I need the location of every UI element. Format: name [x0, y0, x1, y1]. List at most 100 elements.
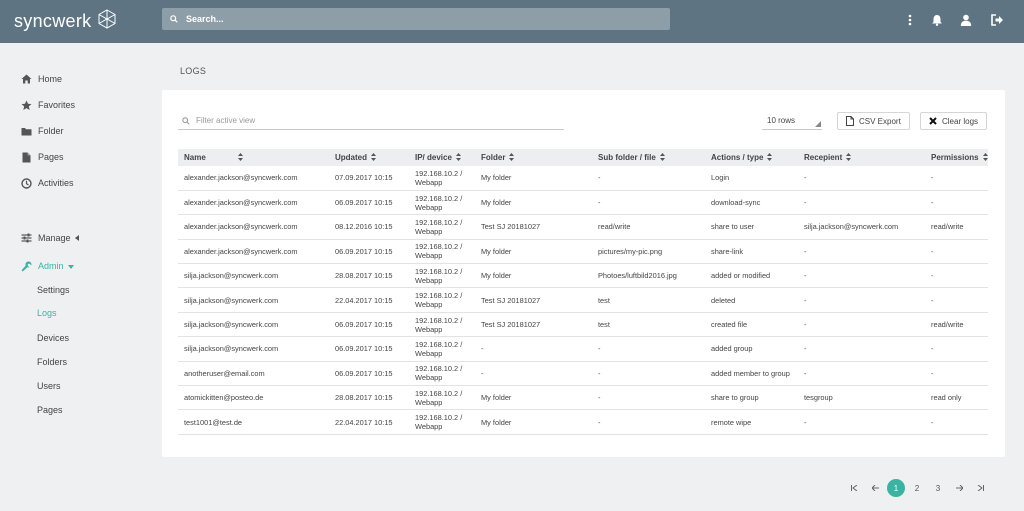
sidebar-item-label: Manage	[38, 233, 71, 243]
filter-input[interactable]	[196, 116, 546, 125]
cell-ip-device: 192.168.10.2 / Webapp	[409, 263, 475, 289]
cell-permissions: -	[925, 409, 988, 435]
filter-box[interactable]	[178, 112, 564, 130]
table-row[interactable]: alexander.jackson@syncwerk.com 08.12.2016…	[178, 214, 988, 240]
more-vertical-icon[interactable]	[903, 12, 917, 28]
table-row[interactable]: anotheruser@email.com 06.09.2017 10:15 192…	[178, 361, 988, 387]
first-page-icon[interactable]	[845, 479, 863, 497]
cell-name: silja.jackson@syncwerk.com	[178, 287, 329, 313]
column-header-folder[interactable]: Folder	[475, 149, 592, 166]
cell-updated: 06.09.2017 10:15	[329, 312, 409, 338]
last-page-icon[interactable]	[971, 479, 989, 497]
cell-folder: -	[475, 361, 592, 387]
app-logo[interactable]: syncwerk	[14, 9, 117, 34]
folder-icon	[20, 125, 32, 137]
column-header-name[interactable]: Name	[178, 149, 329, 166]
table-row[interactable]: silja.jackson@syncwerk.com 28.08.2017 10:…	[178, 263, 988, 289]
clear-logs-label: Clear logs	[942, 116, 979, 126]
csv-export-label: CSV Export	[859, 116, 901, 126]
bell-icon[interactable]	[930, 12, 944, 28]
cell-recepient: -	[798, 263, 925, 289]
cell-action: created file	[705, 312, 798, 338]
column-header-recepient[interactable]: Recepient	[798, 149, 925, 166]
sidebar: Home Favorites Folder Pages Activities M…	[0, 43, 150, 511]
cell-recepient: silja.jackson@syncwerk.com	[798, 214, 925, 240]
sidebar-item-logs[interactable]: Logs	[37, 308, 57, 318]
cube-logo-icon	[97, 9, 117, 34]
cell-updated: 06.09.2017 10:15	[329, 190, 409, 216]
search-icon	[182, 116, 190, 125]
cell-recepient: -	[798, 336, 925, 362]
table-header-row: Name Updated IP/ device Folder Sub folde…	[178, 149, 988, 166]
column-header-permissions[interactable]: Permissions	[925, 149, 988, 166]
sidebar-item-label: Activities	[38, 178, 74, 188]
cell-action: remote wipe	[705, 409, 798, 435]
table-row[interactable]: silja.jackson@syncwerk.com 06.09.2017 10:…	[178, 312, 988, 338]
search-bar[interactable]	[162, 8, 670, 30]
page-button-1[interactable]: 1	[887, 479, 905, 497]
table-row[interactable]: alexander.jackson@syncwerk.com 06.09.2017…	[178, 190, 988, 216]
pagination: 1 2 3	[845, 479, 992, 497]
sidebar-item-label: Folder	[38, 126, 64, 136]
cell-ip-device: 192.168.10.2 / Webapp	[409, 214, 475, 240]
sidebar-item-activities[interactable]: Activities	[20, 177, 74, 189]
sidebar-item-devices[interactable]: Devices	[37, 333, 69, 343]
csv-export-button[interactable]: CSV Export	[837, 112, 910, 130]
cell-updated: 06.09.2017 10:15	[329, 239, 409, 265]
cell-ip-device: 192.168.10.2 / Webapp	[409, 312, 475, 338]
cell-updated: 06.09.2017 10:15	[329, 336, 409, 362]
cell-sub-folder: pictures/my-pic.png	[592, 239, 705, 265]
cell-name: silja.jackson@syncwerk.com	[178, 336, 329, 362]
logs-table: Name Updated IP/ device Folder Sub folde…	[178, 149, 988, 435]
file-icon	[20, 151, 32, 163]
cell-updated: 28.08.2017 10:15	[329, 263, 409, 289]
cell-recepient: -	[798, 287, 925, 313]
cell-action: deleted	[705, 287, 798, 313]
sidebar-item-users[interactable]: Users	[37, 381, 61, 391]
sidebar-item-manage[interactable]: Manage	[20, 232, 79, 244]
column-header-actions[interactable]: Actions / type	[705, 149, 798, 166]
sidebar-item-favorites[interactable]: Favorites	[20, 99, 75, 111]
sidebar-item-admin[interactable]: Admin	[20, 260, 74, 272]
cell-recepient: -	[798, 409, 925, 435]
cell-permissions: read/write	[925, 214, 988, 240]
sign-out-icon[interactable]	[990, 12, 1004, 28]
sidebar-item-pages[interactable]: Pages	[20, 151, 64, 163]
table-row[interactable]: alexander.jackson@syncwerk.com 06.09.2017…	[178, 239, 988, 265]
csv-file-icon	[846, 116, 854, 126]
prev-page-icon[interactable]	[866, 479, 884, 497]
rows-per-page-select[interactable]: 10 rows	[762, 112, 822, 130]
sort-icon	[982, 152, 988, 163]
search-input[interactable]	[186, 14, 646, 24]
table-row[interactable]: atomickitten@posteo.de 28.08.2017 10:15 19…	[178, 385, 988, 411]
sidebar-item-folders[interactable]: Folders	[37, 357, 67, 367]
table-row[interactable]: silja.jackson@syncwerk.com 22.04.2017 10:…	[178, 287, 988, 313]
table-row[interactable]: silja.jackson@syncwerk.com 06.09.2017 10:…	[178, 336, 988, 362]
cell-updated: 06.09.2017 10:15	[329, 361, 409, 387]
user-icon[interactable]	[959, 12, 973, 28]
cell-folder: Test SJ 20181027	[475, 312, 592, 338]
column-header-ip-device[interactable]: IP/ device	[409, 149, 475, 166]
page-button-3[interactable]: 3	[929, 479, 947, 497]
cell-name: anotheruser@email.com	[178, 361, 329, 387]
cell-permissions: -	[925, 361, 988, 387]
search-icon	[170, 15, 178, 23]
cell-ip-device: 192.168.10.2 / Webapp	[409, 287, 475, 313]
column-header-sub-folder[interactable]: Sub folder / file	[592, 149, 705, 166]
logs-card: 10 rows CSV Export Clear logs Name Updat…	[162, 90, 1005, 457]
sidebar-item-home[interactable]: Home	[20, 73, 62, 85]
sidebar-item-pages-admin[interactable]: Pages	[37, 405, 63, 415]
cell-folder: My folder	[475, 166, 592, 191]
cell-folder: Test SJ 20181027	[475, 214, 592, 240]
cell-folder: -	[475, 336, 592, 362]
next-page-icon[interactable]	[950, 479, 968, 497]
table-row[interactable]: test1001@test.de 22.04.2017 10:15 192.168.…	[178, 409, 988, 435]
cell-ip-device: 192.168.10.2 / Webapp	[409, 190, 475, 216]
column-header-updated[interactable]: Updated	[329, 149, 409, 166]
sort-icon	[846, 152, 852, 163]
sidebar-item-settings[interactable]: Settings	[37, 285, 70, 295]
sidebar-item-folder[interactable]: Folder	[20, 125, 64, 137]
table-row[interactable]: alexander.jackson@syncwerk.com 07.09.2017…	[178, 166, 988, 191]
page-button-2[interactable]: 2	[908, 479, 926, 497]
clear-logs-button[interactable]: Clear logs	[920, 112, 988, 130]
